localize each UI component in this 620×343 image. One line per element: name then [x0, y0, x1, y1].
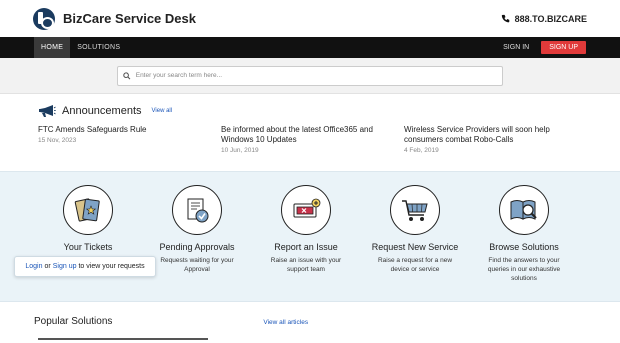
sign-in-link[interactable]: SIGN IN: [503, 44, 529, 51]
card-browse-solutions[interactable]: Browse Solutions Find the answers to you…: [471, 185, 577, 283]
view-all-articles-link[interactable]: View all articles: [263, 319, 308, 326]
search-icon: [123, 71, 131, 79]
auth-links: SIGN IN SIGN UP: [503, 37, 586, 58]
card-description: Raise a request for a new device or serv…: [377, 257, 453, 273]
card-description: Requests waiting for your Approval: [160, 257, 234, 273]
announcements-view-all-link[interactable]: View all: [152, 108, 173, 114]
megaphone-icon: [39, 105, 56, 117]
announcement-date: 10 Jun, 2019: [221, 147, 259, 154]
phone-icon: [501, 14, 509, 23]
cut-off-content: [38, 338, 208, 343]
report-issue-icon: [293, 198, 321, 218]
brand-name: BizCare Service Desk: [63, 11, 196, 26]
announcement-item[interactable]: Wireless Service Providers will soon hel…: [404, 125, 587, 154]
phone-text: 888.TO.BIZCARE: [514, 13, 587, 24]
announcement-date: 4 Feb, 2019: [404, 147, 439, 154]
top-header: BizCare Service Desk 888.TO.BIZCARE: [0, 0, 620, 37]
announcements-section: Announcements View all FTC Amends Safegu…: [0, 94, 620, 171]
sign-up-button[interactable]: SIGN UP: [541, 41, 586, 54]
announcement-item[interactable]: Be informed about the latest Office365 a…: [221, 125, 404, 154]
announcements-title: Announcements: [62, 105, 142, 117]
card-icon-circle: [390, 185, 440, 235]
login-prompt-text: to view your requests: [78, 263, 145, 270]
announcement-date: 15 Nov, 2023: [38, 137, 77, 144]
card-report-issue[interactable]: Report an Issue Raise an issue with your…: [253, 185, 359, 274]
shopping-cart-icon: [402, 200, 428, 221]
approvals-icon: [187, 198, 209, 223]
card-title: Report an Issue: [274, 242, 338, 252]
card-title: Browse Solutions: [489, 242, 559, 252]
nav-home[interactable]: HOME: [34, 37, 71, 58]
card-icon-circle: [172, 185, 222, 235]
quick-actions-band: Your Tickets Pending Approvals Requests …: [0, 171, 620, 302]
signup-link[interactable]: Sign up: [53, 263, 77, 270]
login-link[interactable]: Login: [25, 263, 42, 270]
card-your-tickets[interactable]: Your Tickets: [35, 185, 141, 252]
nav-solutions[interactable]: SOLUTIONS: [70, 37, 127, 58]
announcement-title[interactable]: Wireless Service Providers will soon hel…: [404, 125, 587, 145]
announcements-header: Announcements View all: [38, 104, 620, 118]
card-icon-circle: [281, 185, 331, 235]
brand[interactable]: BizCare Service Desk: [33, 7, 196, 30]
login-prompt: Login or Sign up to view your requests: [14, 256, 156, 277]
announcement-item[interactable]: FTC Amends Safeguards Rule 15 Nov, 2023: [38, 125, 221, 154]
search-band: [0, 58, 620, 94]
card-title: Your Tickets: [63, 242, 113, 252]
popular-solutions-title: Popular Solutions: [34, 316, 113, 327]
tickets-icon: [74, 198, 100, 222]
announcement-title[interactable]: FTC Amends Safeguards Rule: [38, 125, 221, 135]
search-box[interactable]: [117, 65, 503, 86]
login-or-text: or: [44, 263, 51, 270]
announcement-title[interactable]: Be informed about the latest Office365 a…: [221, 125, 404, 145]
card-description: Raise an issue with your support team: [270, 257, 342, 273]
announcement-list: FTC Amends Safeguards Rule 15 Nov, 2023 …: [38, 125, 620, 154]
popular-solutions-header: Popular Solutions View all articles: [34, 316, 594, 327]
card-request-new-service[interactable]: Request New Service Raise a request for …: [362, 185, 468, 274]
card-icon-circle: [499, 185, 549, 235]
card-description: Find the answers to your queries in our …: [487, 257, 561, 282]
card-pending-approvals[interactable]: Pending Approvals Requests waiting for y…: [144, 185, 250, 274]
card-title: Pending Approvals: [159, 242, 235, 252]
main-navbar: HOME SOLUTIONS SIGN IN SIGN UP: [0, 37, 620, 58]
card-icon-circle: [63, 185, 113, 235]
nav-menu: HOME SOLUTIONS: [34, 37, 127, 58]
search-input[interactable]: [135, 72, 502, 79]
card-title: Request New Service: [371, 242, 459, 252]
phone-number: 888.TO.BIZCARE: [501, 14, 587, 24]
book-search-icon: [510, 200, 537, 220]
bizcare-logo-icon: [33, 7, 55, 30]
